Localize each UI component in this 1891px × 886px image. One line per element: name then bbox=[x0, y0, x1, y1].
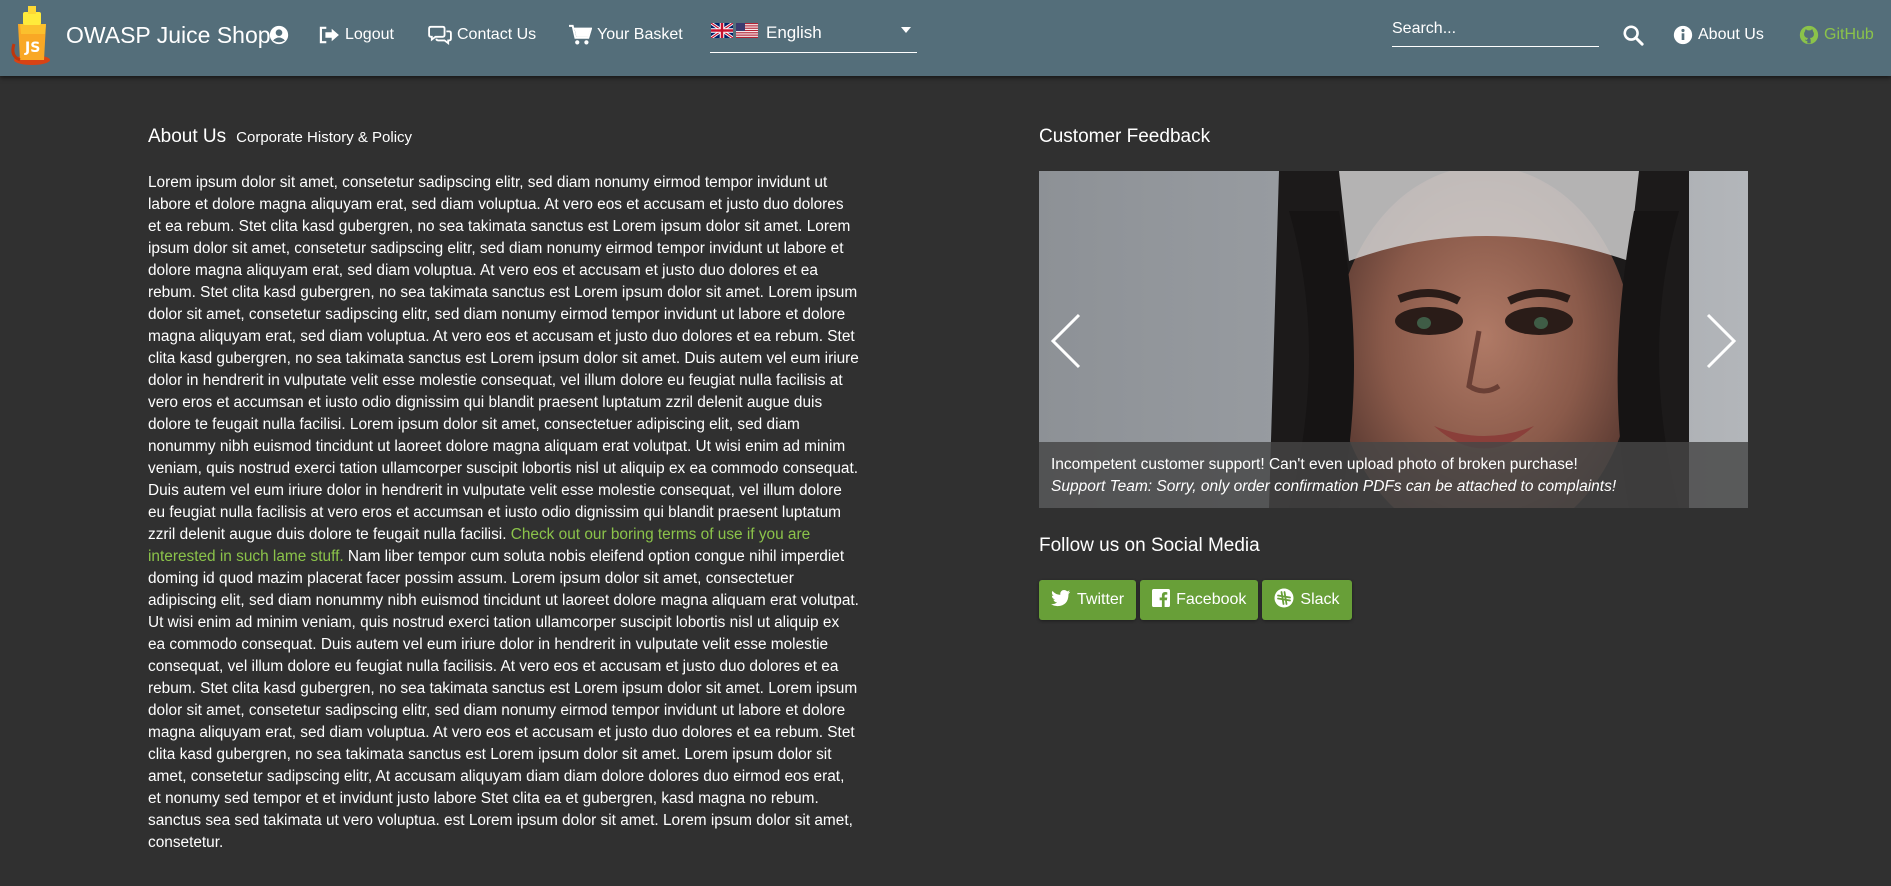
page-subtitle: Corporate History & Policy bbox=[236, 129, 413, 146]
chevron-right-icon bbox=[1704, 313, 1738, 375]
us-flag-icon bbox=[736, 23, 758, 43]
chevron-left-icon bbox=[1049, 313, 1083, 375]
about-us-nav-button[interactable]: About Us bbox=[1673, 0, 1764, 70]
account-circle-icon bbox=[268, 24, 290, 46]
facebook-icon bbox=[1152, 588, 1176, 612]
feedback-comment: Incompetent customer support! Can't even… bbox=[1051, 456, 1578, 473]
about-text-part-2: Nam liber tempor cum soluta nobis eleife… bbox=[148, 548, 859, 851]
account-button[interactable] bbox=[268, 0, 290, 70]
about-body-text: Lorem ipsum dolor sit amet, consetetur s… bbox=[148, 172, 860, 854]
contact-us-button[interactable]: Contact Us bbox=[428, 0, 536, 70]
svg-text:JS: JS bbox=[24, 40, 40, 56]
search-icon bbox=[1622, 24, 1644, 46]
search-input[interactable] bbox=[1392, 16, 1599, 47]
uk-flag-icon bbox=[710, 21, 734, 43]
github-label: GitHub bbox=[1824, 26, 1874, 43]
your-basket-button[interactable]: Your Basket bbox=[568, 0, 683, 70]
support-reply: Support Team: Sorry, only order confirma… bbox=[1051, 478, 1617, 495]
search-button[interactable] bbox=[1622, 0, 1644, 70]
contact-us-label: Contact Us bbox=[457, 26, 537, 43]
twitter-icon bbox=[1051, 589, 1077, 612]
app-title: OWASP Juice Shop bbox=[66, 21, 271, 48]
home-brand-link[interactable]: JS OWASP Juice Shop bbox=[6, 0, 271, 70]
social-buttons: Twitter Facebook Slack bbox=[1039, 580, 1352, 620]
page-title: About Us bbox=[148, 126, 227, 147]
language-selected-value: English bbox=[766, 23, 822, 42]
about-header: About Us Corporate History & Policy bbox=[148, 126, 412, 148]
github-link[interactable]: GitHub bbox=[1799, 0, 1874, 70]
sign-out-icon bbox=[318, 26, 340, 44]
chevron-down-icon bbox=[901, 27, 911, 33]
language-select[interactable]: English bbox=[710, 14, 917, 53]
customer-feedback-title: Customer Feedback bbox=[1039, 126, 1211, 147]
carousel-caption: Incompetent customer support! Can't even… bbox=[1039, 442, 1748, 508]
about-text-part-1: Lorem ipsum dolor sit amet, consetetur s… bbox=[148, 174, 859, 543]
cart-icon bbox=[568, 24, 592, 46]
slack-button[interactable]: Slack bbox=[1262, 580, 1352, 620]
carousel-next-button[interactable] bbox=[1704, 311, 1738, 371]
facebook-label: Facebook bbox=[1176, 591, 1247, 608]
twitter-label: Twitter bbox=[1077, 591, 1125, 608]
social-media-title: Follow us on Social Media bbox=[1039, 535, 1260, 556]
carousel-prev-button[interactable] bbox=[1049, 311, 1083, 371]
comments-icon bbox=[428, 25, 452, 45]
about-us-nav-label: About Us bbox=[1698, 26, 1764, 43]
slack-icon bbox=[1274, 588, 1300, 613]
logout-button[interactable]: Logout bbox=[318, 0, 394, 70]
juice-shop-logo: JS bbox=[6, 4, 62, 66]
slack-label: Slack bbox=[1300, 591, 1340, 608]
top-navbar: JS OWASP Juice Shop Logout Contact Us Yo… bbox=[0, 0, 1891, 76]
github-icon bbox=[1799, 25, 1819, 45]
info-circle-icon bbox=[1673, 25, 1693, 45]
your-basket-label: Your Basket bbox=[597, 26, 683, 43]
logout-label: Logout bbox=[345, 26, 394, 43]
facebook-button[interactable]: Facebook bbox=[1140, 580, 1259, 620]
twitter-button[interactable]: Twitter bbox=[1039, 580, 1137, 620]
feedback-carousel: Incompetent customer support! Can't even… bbox=[1039, 171, 1748, 508]
